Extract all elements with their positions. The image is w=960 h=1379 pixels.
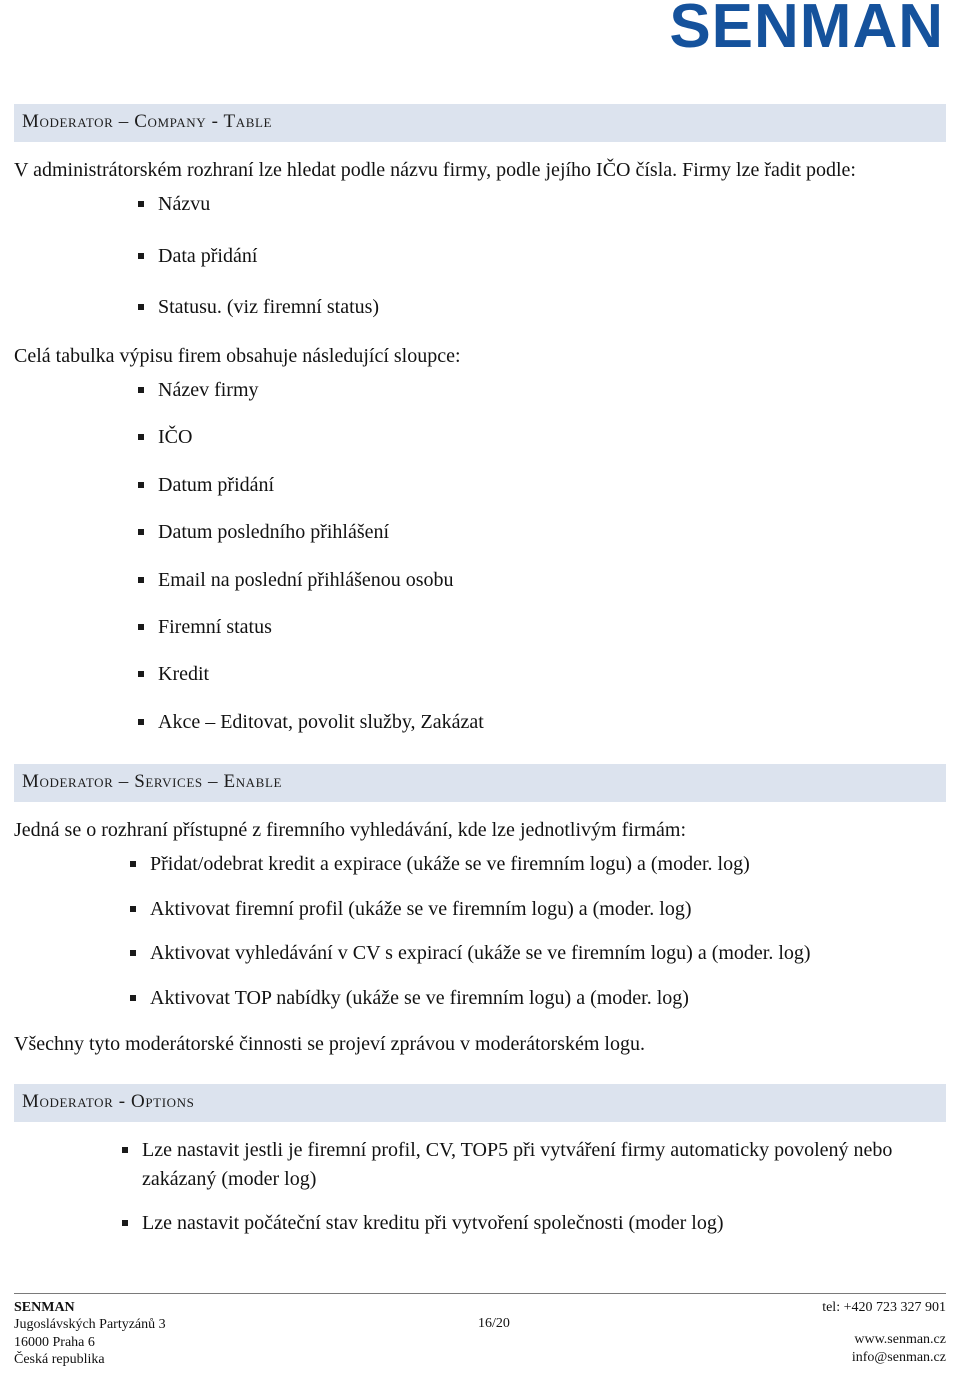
table-columns-list: Název firmy IČO Datum přidání Datum posl… [118, 376, 946, 736]
services-enable-outro-paragraph: Všechny tyto moderátorské činnosti se pr… [14, 1033, 645, 1056]
square-bullet-icon [138, 481, 144, 488]
footer-page-number: 16/20 [477, 1315, 510, 1331]
square-bullet-icon [130, 861, 136, 868]
footer-contact-block: tel: +420 723 327 901 www.senman.cz info… [822, 1299, 946, 1367]
services-enable-list: Přidat/odebrat kredit a expirace (ukáže … [110, 850, 946, 1012]
options-list: Lze nastavit jestli je firemní profil, C… [102, 1136, 946, 1237]
footer-website: www.senman.cz [854, 1332, 946, 1348]
list-item: IČO [118, 423, 946, 451]
list-item-label: Akce – Editovat, povolit služby, Zakázat [158, 710, 484, 733]
square-bullet-icon [138, 386, 144, 393]
square-bullet-icon [138, 434, 144, 441]
footer-address-block: SENMAN Jugoslávských Partyzánů 3 16000 P… [14, 1299, 166, 1370]
list-item: Email na poslední přihlášenou osobu [118, 566, 946, 594]
section-heading-company-table: Moderator – Company - Table [14, 104, 946, 142]
list-item-label: Data přidání [158, 244, 258, 267]
list-item: Přidat/odebrat kredit a expirace (ukáže … [110, 850, 946, 878]
square-bullet-icon [130, 994, 136, 1001]
square-bullet-icon [138, 718, 144, 725]
square-bullet-icon [130, 950, 136, 957]
square-bullet-icon [130, 905, 136, 912]
square-bullet-icon [138, 671, 144, 678]
list-item-label: Aktivovat vyhledávání v CV s expirací (u… [150, 942, 811, 965]
list-item-label: Název firmy [158, 378, 259, 401]
company-table-intro-paragraph: V administrátorském rozhraní lze hledat … [14, 159, 856, 181]
square-bullet-icon [138, 529, 144, 536]
list-item-label: Datum posledního přihlášení [158, 521, 390, 544]
list-item-label: Statusu. (viz firemní status) [158, 296, 380, 319]
footer-telephone: tel: +420 723 327 901 [822, 1299, 946, 1315]
document-body: Moderator – Company - Table V administrá… [14, 104, 946, 1254]
list-item: Aktivovat vyhledávání v CV s expirací (u… [110, 939, 946, 967]
list-item: Data přidání [118, 242, 946, 270]
footer-city: 16000 Praha 6 [14, 1334, 95, 1350]
section-heading-options: Moderator - Options [14, 1084, 946, 1123]
list-item: Akce – Editovat, povolit služby, Zakázat [118, 708, 946, 736]
services-enable-intro-paragraph: Jedná se o rozhraní přístupné z firemníh… [14, 819, 687, 842]
list-item: Aktivovat TOP nabídky (ukáže se ve firem… [110, 984, 946, 1012]
list-item-label: Email na poslední přihlášenou osobu [158, 568, 454, 591]
document-page: SENMAN Moderator – Company - Table V adm… [0, 0, 960, 1379]
list-item: Lze nastavit jestli je firemní profil, C… [102, 1136, 946, 1193]
columns-intro-paragraph: Celá tabulka výpisu firem obsahuje násle… [14, 344, 461, 367]
section-heading-services-enable: Moderator – Services – Enable [14, 764, 946, 803]
list-item-label: Lze nastavit jestli je firemní profil, C… [142, 1139, 893, 1190]
list-item-label: Kredit [158, 663, 210, 686]
footer-street: Jugoslávských Partyzánů 3 [14, 1317, 166, 1333]
footer-company-name: SENMAN [14, 1299, 75, 1315]
list-item: Statusu. (viz firemní status) [118, 293, 946, 321]
footer-country: Česká republika [14, 1352, 105, 1368]
square-bullet-icon [138, 304, 144, 311]
square-bullet-icon [122, 1220, 128, 1227]
list-item-label: Aktivovat firemní profil (ukáže se ve fi… [150, 897, 692, 920]
footer-email: info@senman.cz [851, 1349, 946, 1365]
list-item: Datum přidání [118, 471, 946, 499]
list-item: Kredit [118, 660, 946, 688]
list-item: Lze nastavit počáteční stav kreditu při … [102, 1209, 946, 1237]
list-item-label: Přidat/odebrat kredit a expirace (ukáže … [150, 853, 750, 876]
square-bullet-icon [138, 252, 144, 259]
list-item-label: Názvu [158, 193, 211, 216]
list-item-label: Lze nastavit počáteční stav kreditu při … [142, 1212, 724, 1235]
list-item: Firemní status [118, 613, 946, 641]
list-item-label: Firemní status [158, 615, 272, 638]
senman-logo: SENMAN [669, 0, 944, 61]
list-item-label: Aktivovat TOP nabídky (ukáže se ve firem… [150, 986, 689, 1009]
square-bullet-icon [138, 623, 144, 630]
square-bullet-icon [138, 201, 144, 208]
list-item: Datum posledního přihlášení [118, 518, 946, 546]
square-bullet-icon [122, 1147, 128, 1154]
list-item: Názvu [118, 190, 946, 218]
list-item: Název firmy [118, 376, 946, 404]
square-bullet-icon [138, 576, 144, 583]
sort-options-list: Názvu Data přidání Statusu. (viz firemní… [118, 190, 946, 321]
page-footer: SENMAN Jugoslávských Partyzánů 3 16000 P… [14, 1292, 946, 1370]
page-header: SENMAN [0, 0, 960, 96]
list-item-label: Datum přidání [158, 473, 275, 496]
list-item-label: IČO [158, 426, 193, 449]
list-item: Aktivovat firemní profil (ukáže se ve fi… [110, 895, 946, 923]
